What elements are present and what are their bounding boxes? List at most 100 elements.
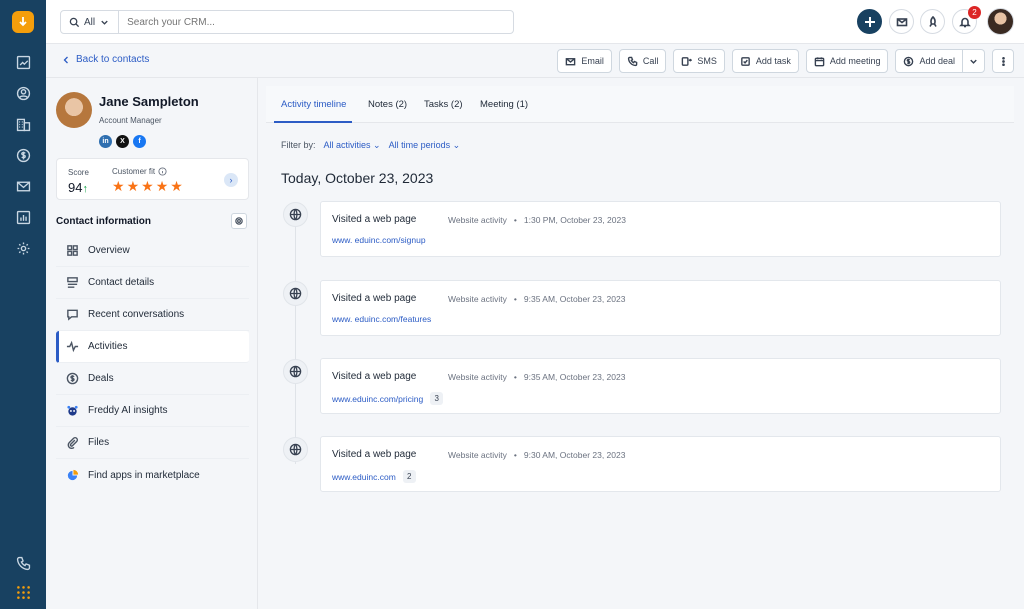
- add-meeting-button[interactable]: Add meeting: [805, 49, 889, 73]
- activity-main: Activity timeline Notes (2) Tasks (2) Me…: [266, 86, 1014, 609]
- email-label: Email: [581, 56, 604, 66]
- score-trend-icon: ↑: [82, 183, 88, 195]
- add-deal-label: Add deal: [919, 56, 955, 66]
- nav-deals-label: Deals: [88, 373, 114, 384]
- details-icon: [67, 277, 78, 288]
- contact-info-settings-button[interactable]: [231, 213, 247, 229]
- score-details-button[interactable]: ›: [224, 173, 238, 187]
- timeline-line: [295, 214, 296, 464]
- info-icon[interactable]: [158, 167, 167, 176]
- contacts-icon[interactable]: [13, 83, 33, 103]
- mail-icon: [566, 57, 576, 65]
- phone-icon: [627, 56, 638, 66]
- quick-add-button[interactable]: [857, 9, 882, 34]
- facebook-icon[interactable]: f: [133, 135, 146, 148]
- tab-notes[interactable]: Notes (2): [368, 99, 407, 110]
- nav-files[interactable]: Files: [56, 427, 249, 459]
- user-avatar[interactable]: [987, 8, 1014, 35]
- mail-icon[interactable]: [13, 176, 33, 196]
- activity-url-link[interactable]: www.eduinc.com/pricing: [332, 394, 423, 404]
- x-twitter-icon[interactable]: X: [116, 135, 129, 148]
- chevron-down-icon: [101, 20, 108, 25]
- activity-url-link[interactable]: www.eduinc.com: [332, 472, 396, 482]
- nav-freddy-label: Freddy AI insights: [88, 405, 168, 416]
- star-icon: ★: [155, 178, 169, 194]
- search-scope-label: All: [84, 16, 96, 28]
- email-button[interactable]: Email: [557, 49, 612, 73]
- more-options-button[interactable]: [992, 49, 1014, 73]
- action-buttons: Email Call SMS Add task Add meeting Add …: [557, 49, 1014, 73]
- activity-type: Website activity: [448, 215, 507, 225]
- chevron-down-icon: ⌄: [452, 140, 461, 150]
- nav-overview[interactable]: Overview: [56, 235, 249, 267]
- activities-filter-label: All activities: [323, 140, 371, 150]
- activities-filter-dropdown[interactable]: All activities ⌄: [324, 140, 381, 151]
- activity-url-link[interactable]: www. eduinc.com/signup: [332, 235, 426, 245]
- activity-pulse-icon: [66, 340, 79, 353]
- deals-icon[interactable]: [13, 145, 33, 165]
- globe-icon: [289, 208, 302, 221]
- tab-activity-timeline[interactable]: Activity timeline: [281, 99, 346, 110]
- activity-time: 9:35 AM, October 23, 2023: [523, 372, 626, 382]
- sms-icon: [682, 56, 693, 66]
- linkedin-icon[interactable]: in: [99, 135, 112, 148]
- call-button[interactable]: Call: [618, 49, 667, 73]
- activity-title: Visited a web page: [332, 449, 417, 460]
- mail-button[interactable]: [889, 9, 914, 34]
- social-links: in X f: [99, 135, 146, 148]
- score-card: Score 94↑ Customer fit ★ ★ ★ ★ ★ ›: [56, 158, 249, 200]
- nav-overview-label: Overview: [88, 245, 130, 256]
- nav-freddy-ai-insights[interactable]: Freddy AI insights: [56, 395, 249, 427]
- add-deal-dropdown-button[interactable]: [963, 49, 985, 73]
- freddy-ai-icon: [67, 405, 78, 416]
- search-scope-select[interactable]: All: [61, 11, 120, 33]
- activity-time: 9:35 AM, October 23, 2023: [523, 294, 626, 304]
- task-icon: [741, 56, 750, 66]
- visit-count-badge: 2: [402, 470, 416, 483]
- sms-button[interactable]: SMS: [673, 49, 725, 73]
- phone-icon[interactable]: [13, 553, 33, 573]
- tab-meeting[interactable]: Meeting (1): [480, 99, 528, 110]
- reports-icon[interactable]: [13, 207, 33, 227]
- notifications-button[interactable]: 2: [952, 6, 981, 34]
- add-meeting-label: Add meeting: [829, 56, 881, 66]
- back-to-contacts-link[interactable]: Back to contacts: [62, 54, 149, 65]
- meta-separator: •: [513, 372, 517, 382]
- launch-button[interactable]: [920, 9, 945, 34]
- contact-sidebar: Jane Sampleton Account Manager in X f Sc…: [46, 78, 258, 609]
- add-deal-button[interactable]: Add deal: [895, 49, 963, 73]
- settings-icon[interactable]: [13, 238, 33, 258]
- nav-find-apps[interactable]: Find apps in marketplace: [56, 459, 249, 491]
- score-value: 94↑: [68, 180, 88, 195]
- plus-icon: [864, 16, 875, 27]
- search-input[interactable]: [119, 16, 460, 28]
- time-period-filter-dropdown[interactable]: All time periods ⌄: [389, 140, 461, 151]
- timeline-dot: [283, 359, 308, 384]
- dashboard-icon[interactable]: [13, 52, 33, 72]
- customer-fit-label-wrap: Customer fit: [112, 167, 167, 176]
- freshworks-logo-icon[interactable]: [12, 11, 34, 33]
- nav-recent-conversations[interactable]: Recent conversations: [56, 299, 249, 331]
- activity-time: 9:30 AM, October 23, 2023: [523, 450, 626, 460]
- notification-badge: 2: [968, 6, 981, 19]
- dollar-icon: [66, 372, 79, 385]
- gear-icon: [235, 217, 243, 225]
- activity-time: 1:30 PM, October 23, 2023: [523, 215, 626, 225]
- add-task-button[interactable]: Add task: [731, 49, 799, 73]
- filter-bar: Filter by: All activities ⌄ All time per…: [281, 140, 460, 151]
- accounts-icon[interactable]: [13, 114, 33, 134]
- visit-count-badge: 3: [430, 392, 444, 405]
- add-task-label: Add task: [755, 56, 791, 66]
- globe-icon: [289, 443, 302, 456]
- contact-nav: Overview Contact details Recent conversa…: [56, 235, 249, 491]
- tab-tasks[interactable]: Tasks (2): [424, 99, 463, 110]
- dollar-icon: [904, 56, 914, 66]
- nav-contact-details-label: Contact details: [88, 277, 155, 288]
- nav-activities[interactable]: Activities: [56, 331, 249, 363]
- activity-title: Visited a web page: [332, 214, 417, 225]
- activity-url-link[interactable]: www. eduinc.com/features: [332, 314, 431, 324]
- apps-grid-icon[interactable]: [13, 582, 33, 602]
- nav-contact-details[interactable]: Contact details: [56, 267, 249, 299]
- nav-deals[interactable]: Deals: [56, 363, 249, 395]
- activity-link-row: www. eduinc.com/signup: [332, 235, 426, 245]
